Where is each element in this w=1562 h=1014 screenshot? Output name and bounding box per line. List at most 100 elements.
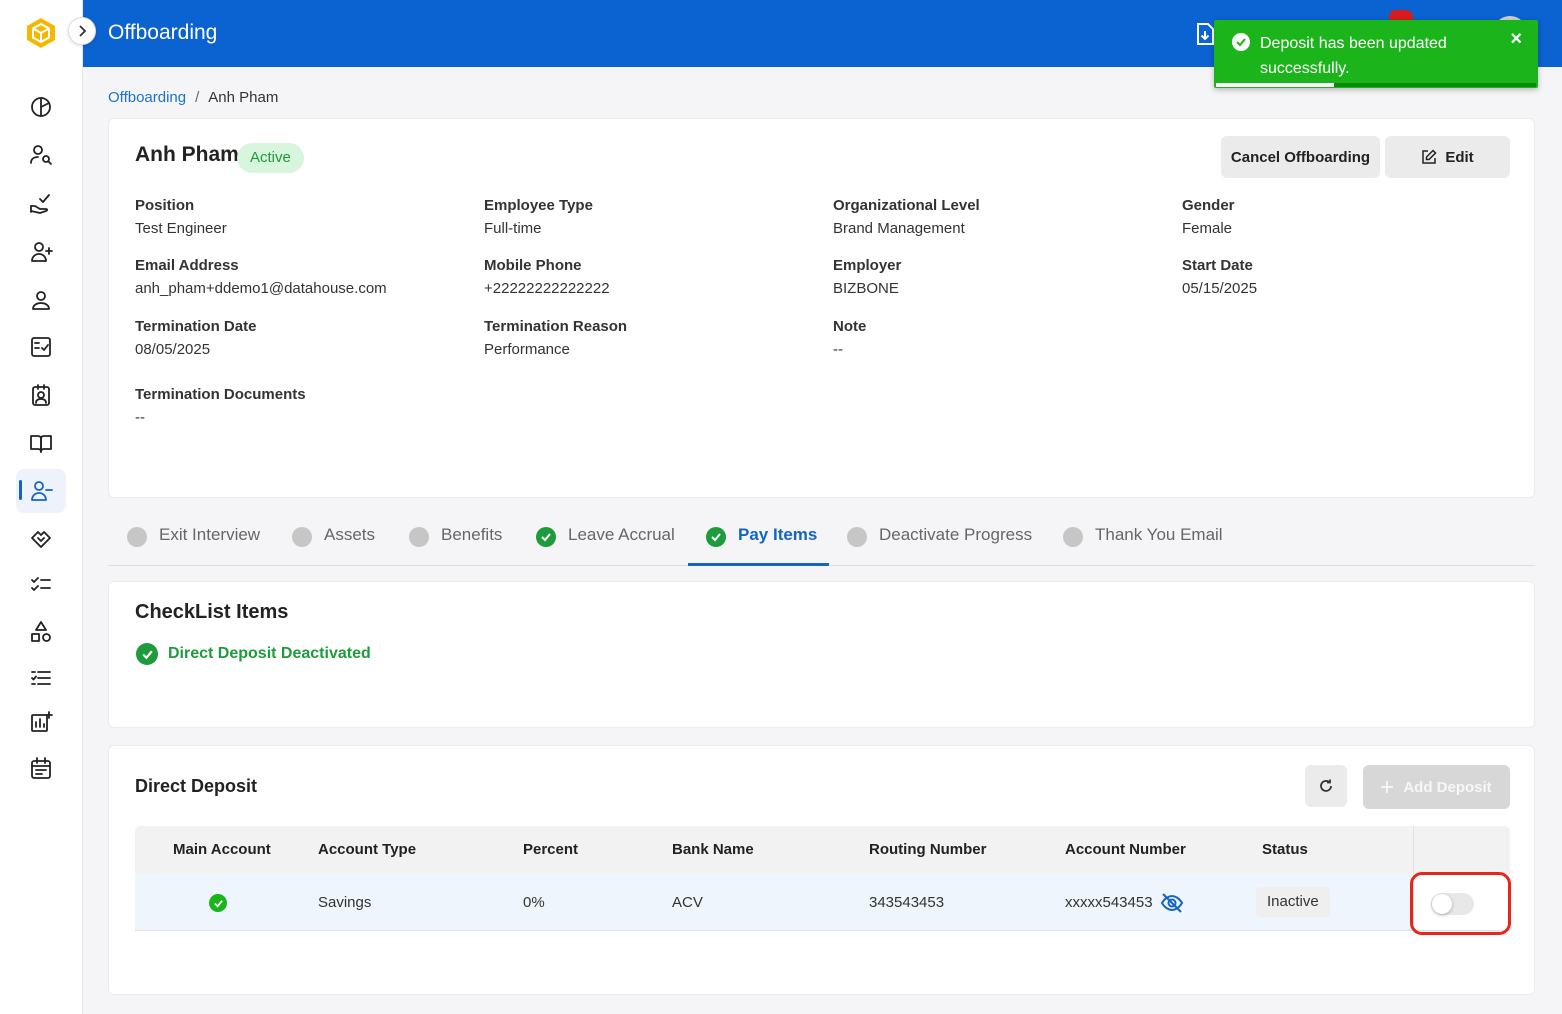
add-deposit-button[interactable]: Add Deposit	[1363, 765, 1510, 809]
tab-label: Exit Interview	[159, 525, 261, 544]
field-label: Termination Date	[135, 318, 257, 335]
actions-column-header	[1413, 826, 1510, 874]
employee-profile-card: Anh Pham Active Cancel Offboarding Edit …	[108, 118, 1535, 498]
check-circle-icon	[136, 643, 158, 665]
cancel-offboarding-button[interactable]: Cancel Offboarding	[1221, 136, 1380, 178]
deposit-table: Main Account Account Type Percent Bank N…	[135, 826, 1510, 932]
edit-button-label: Edit	[1445, 148, 1474, 166]
toast-message: Deposit has been updated successfully.	[1260, 35, 1447, 77]
status-badge: Active	[237, 143, 304, 173]
field-value: BIZBONE	[833, 280, 899, 297]
pending-dot-icon	[292, 527, 312, 547]
checklist-title: CheckList Items	[135, 601, 289, 623]
handshake-icon[interactable]	[27, 524, 55, 552]
task-list-icon[interactable]	[27, 664, 55, 692]
field-termination-documents: Termination Documents --	[135, 386, 306, 426]
field-value: Performance	[484, 341, 570, 358]
column-header[interactable]: Account Number	[1065, 841, 1186, 858]
list-check-icon[interactable]	[27, 571, 55, 599]
user-icon[interactable]	[27, 286, 55, 314]
tab-deactivate-progress[interactable]: Deactivate Progress	[847, 525, 1032, 565]
tab-benefits[interactable]: Benefits	[409, 525, 502, 565]
field-termination-reason: Termination Reason Performance	[484, 318, 627, 358]
add-deposit-label: Add Deposit	[1403, 778, 1492, 796]
field-gender: Gender Female	[1182, 197, 1235, 237]
field-label: Gender	[1182, 197, 1235, 214]
sidebar-active-indicator	[19, 480, 22, 500]
user-search-icon[interactable]	[27, 141, 55, 169]
column-header[interactable]: Bank Name	[672, 841, 754, 858]
chart-add-icon[interactable]	[27, 708, 55, 736]
check-circle-icon	[1232, 33, 1250, 51]
plus-icon	[1381, 781, 1394, 793]
field-value: Test Engineer	[135, 220, 227, 237]
column-header[interactable]: Routing Number	[869, 841, 987, 858]
edit-button[interactable]: Edit	[1385, 136, 1510, 178]
tab-thank-you-email[interactable]: Thank You Email	[1063, 525, 1223, 565]
field-employee-type: Employee Type Full-time	[484, 197, 593, 237]
user-minus-icon[interactable]	[27, 477, 55, 505]
field-org-level: Organizational Level Brand Management	[833, 197, 980, 237]
tab-label: Pay Items	[738, 525, 818, 544]
column-header[interactable]: Main Account	[173, 841, 271, 858]
id-badge-icon[interactable]	[27, 381, 55, 409]
field-value: 08/05/2025	[135, 341, 211, 358]
hand-check-icon[interactable]	[27, 190, 55, 218]
download-icon[interactable]	[1195, 22, 1215, 46]
field-label: Position	[135, 197, 195, 214]
book-icon[interactable]	[27, 429, 55, 457]
column-header[interactable]: Percent	[523, 841, 578, 858]
highlight-annotation	[1410, 872, 1511, 935]
close-icon[interactable]: ×	[1510, 28, 1522, 51]
offboarding-tabs: Exit Interview Assets Benefits Leave Acc…	[108, 517, 1535, 566]
tab-exit-interview[interactable]: Exit Interview	[127, 525, 260, 565]
status-badge: Inactive	[1256, 887, 1330, 917]
pending-dot-icon	[409, 527, 429, 547]
routing-number-cell: 343543453	[869, 894, 945, 911]
user-plus-icon[interactable]	[27, 238, 55, 266]
column-header[interactable]: Status	[1262, 841, 1308, 858]
direct-deposit-title: Direct Deposit	[135, 776, 258, 796]
calendar-icon[interactable]	[27, 754, 55, 782]
app-logo[interactable]	[24, 16, 58, 50]
dashboard-icon[interactable]	[27, 93, 55, 121]
field-value: anh_pham+ddemo1@datahouse.com	[135, 280, 387, 297]
tab-leave-accrual[interactable]: Leave Accrual	[536, 525, 675, 565]
field-label: Employer	[833, 257, 902, 274]
tab-pay-items[interactable]: Pay Items	[706, 525, 817, 565]
edit-icon	[1422, 149, 1437, 164]
sidebar-toggle-button[interactable]	[68, 17, 96, 45]
success-toast: Deposit has been updated successfully. ×	[1214, 20, 1538, 88]
main-account-check-icon	[209, 894, 227, 912]
shapes-icon[interactable]	[27, 618, 55, 646]
tab-label: Assets	[324, 525, 376, 544]
eye-off-icon[interactable]	[1160, 892, 1184, 914]
active-tab-indicator	[688, 563, 829, 566]
account-number-cell: xxxxx543453	[1065, 894, 1153, 911]
toast-progress-bar	[1216, 83, 1335, 87]
refresh-button[interactable]	[1305, 765, 1347, 807]
tab-assets[interactable]: Assets	[292, 525, 375, 565]
field-value: +22222222222222	[484, 280, 610, 297]
field-note: Note --	[833, 318, 866, 358]
field-value: Brand Management	[833, 220, 965, 237]
field-value: Full-time	[484, 220, 542, 237]
field-value: Female	[1182, 220, 1233, 237]
breadcrumb: Offboarding / Anh Pham	[108, 89, 278, 106]
field-value: 05/15/2025	[1182, 280, 1258, 297]
table-header: Main Account Account Type Percent Bank N…	[135, 826, 1510, 874]
field-label: Organizational Level	[833, 197, 980, 214]
table-row[interactable]: Savings 0% ACV 343543453 xxxxx543453 Ina…	[135, 874, 1413, 931]
percent-cell: 0%	[523, 894, 545, 911]
field-email: Email Address anh_pham+ddemo1@datahouse.c…	[135, 257, 387, 297]
account-type-cell: Savings	[318, 894, 372, 911]
tab-label: Benefits	[441, 525, 503, 544]
field-position: Position Test Engineer	[135, 197, 227, 237]
checklist-box-icon[interactable]	[27, 333, 55, 361]
column-header[interactable]: Account Type	[318, 841, 416, 858]
tab-label: Thank You Email	[1095, 525, 1223, 544]
breadcrumb-root-link[interactable]: Offboarding	[108, 89, 186, 106]
field-employer: Employer BIZBONE	[833, 257, 901, 297]
refresh-icon	[1320, 779, 1332, 792]
checklist-item: Direct Deposit Deactivated	[136, 643, 371, 665]
